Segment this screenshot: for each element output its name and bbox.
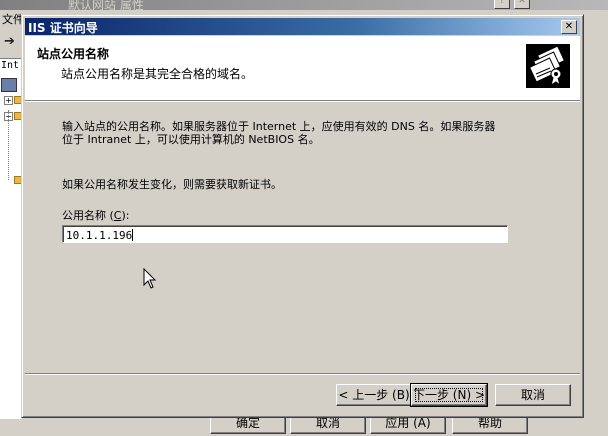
dialog-title: IIS 证书向导 <box>28 21 98 35</box>
mouse-cursor-icon <box>143 268 157 289</box>
close-icon: ✕ <box>564 21 574 32</box>
computer-icon <box>1 78 17 92</box>
background-titlebar: 默认网站 属性 ? ✕ <box>0 0 608 12</box>
header-subtitle: 站点公用名称是其完全合格的域名。 <box>61 67 254 81</box>
common-name-label: 公用名称 (C): <box>62 207 129 223</box>
certificate-icon <box>526 44 570 88</box>
wizard-header: 站点公用名称 站点公用名称是其完全合格的域名。 <box>25 36 580 101</box>
background-tree-label: Int <box>1 60 20 71</box>
common-name-label-suffix: ): <box>121 209 130 222</box>
header-separator <box>25 101 580 102</box>
common-name-input[interactable]: 10.1.1.196 <box>62 225 508 243</box>
focus-rectangle <box>415 388 483 402</box>
footer-separator <box>25 373 580 375</box>
tree-expand-icon[interactable]: + <box>4 96 13 105</box>
certificate-wizard-dialog: IIS 证书向导 ✕ 站点公用名称 站点公用名称是其完全合格的域名。 输入站点的… <box>21 14 584 418</box>
common-name-value: 10.1.1.196 <box>66 229 133 242</box>
dialog-titlebar[interactable]: IIS 证书向导 ✕ <box>25 18 580 35</box>
background-close-button[interactable]: ✕ <box>514 0 530 9</box>
back-arrow-icon[interactable]: ➔ <box>4 34 15 49</box>
warning-text: 如果公用名称发生变化，则需要获取新证书。 <box>62 178 282 191</box>
text-caret <box>132 229 134 241</box>
instruction-text: 输入站点的公用名称。如果服务器位于 Internet 上，应使用有效的 DNS … <box>62 120 496 146</box>
wizard-body: 输入站点的公用名称。如果服务器位于 Internet 上，应使用有效的 DNS … <box>22 103 583 373</box>
background-help-button[interactable]: ? <box>494 0 510 9</box>
tree-connector-line <box>8 110 10 180</box>
cancel-button[interactable]: 取消 <box>495 384 571 406</box>
back-button[interactable]: < 上一步 (B) <box>336 384 412 406</box>
header-title: 站点公用名称 <box>37 47 110 61</box>
common-name-label-prefix: 公用名称 ( <box>62 209 114 222</box>
dialog-close-button[interactable]: ✕ <box>561 20 577 34</box>
next-button[interactable]: 下一步 (N) > <box>410 383 488 407</box>
